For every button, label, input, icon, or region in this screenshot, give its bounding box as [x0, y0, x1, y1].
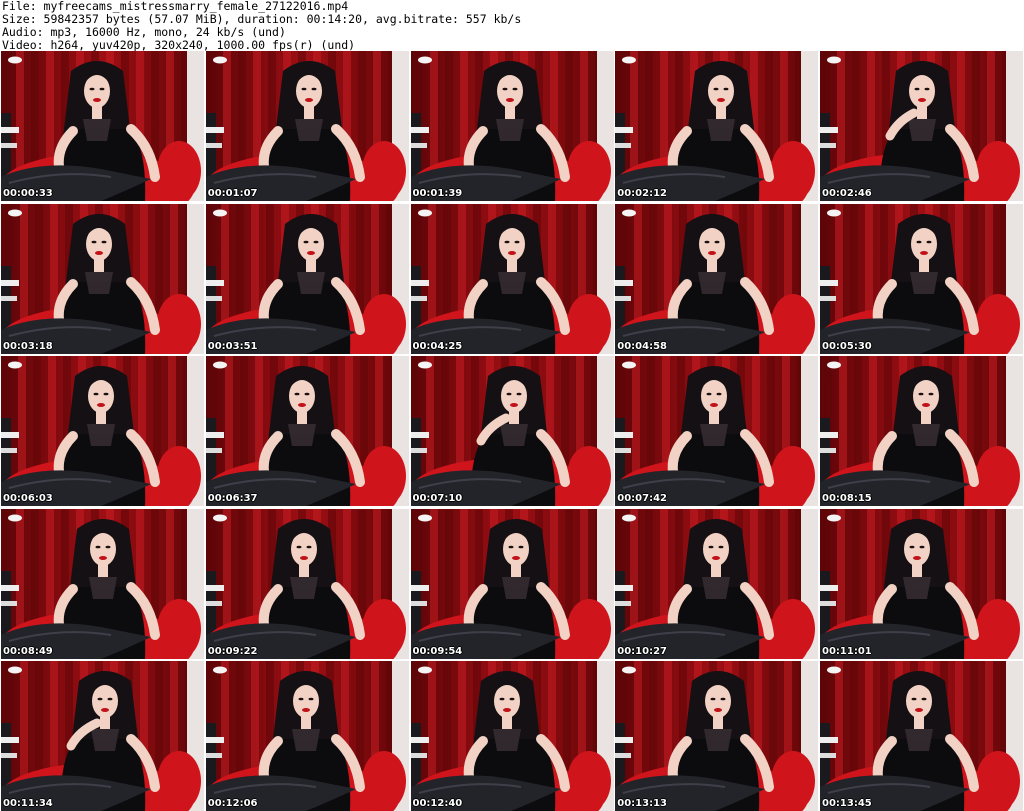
thumbnail-timestamp: 00:04:25	[412, 340, 463, 352]
video-frame-image	[1, 203, 204, 354]
video-thumbnail: 00:06:37	[205, 356, 409, 506]
thumbnail-timestamp: 00:13:13	[617, 798, 667, 809]
video-frame-image	[820, 661, 1023, 811]
video-frame-image	[615, 203, 819, 354]
video-frame-image	[820, 508, 1023, 659]
video-frame-image	[615, 51, 819, 201]
video-frame-image	[820, 356, 1023, 506]
video-thumbnail: 00:06:03	[1, 356, 204, 506]
thumbnail-timestamp: 00:09:54	[412, 645, 463, 657]
thumbnail-timestamp: 00:04:58	[617, 340, 667, 352]
video-thumbnail: 00:05:30	[820, 203, 1023, 354]
thumbnail-timestamp: 00:05:30	[822, 340, 872, 352]
video-thumbnail: 00:02:46	[820, 51, 1023, 201]
thumbnail-timestamp: 00:03:18	[3, 340, 53, 352]
video-frame-image	[820, 51, 1023, 201]
video-thumbnail: 00:04:25	[410, 203, 614, 354]
video-thumbnail: 00:03:18	[1, 203, 204, 354]
video-frame-image	[205, 508, 409, 659]
video-thumbnail: 00:09:54	[410, 508, 614, 659]
video-thumbnail: 00:10:27	[615, 508, 819, 659]
thumbnail-timestamp: 00:11:01	[822, 645, 872, 657]
video-frame-image	[615, 508, 819, 659]
thumbnail-timestamp: 00:00:33	[3, 188, 53, 199]
video-thumbnail: 00:08:49	[1, 508, 204, 659]
video-thumbnail: 00:01:39	[410, 51, 614, 201]
video-thumbnail: 00:12:40	[410, 661, 614, 811]
thumbnail-timestamp: 00:06:37	[207, 493, 258, 504]
video-frame-image	[205, 661, 409, 811]
video-frame-image	[205, 356, 409, 506]
media-info-header: File: myfreecams_mistressmarry_female_27…	[2, 0, 1022, 52]
video-thumbnail: 00:11:34	[1, 661, 204, 811]
video-thumbnail: 00:09:22	[205, 508, 409, 659]
video-frame-image	[205, 203, 409, 354]
video-thumbnail: 00:00:33	[1, 51, 204, 201]
thumbnail-timestamp: 00:11:34	[3, 798, 53, 809]
video-thumbnail: 00:07:10	[410, 356, 614, 506]
video-thumbnail: 00:12:06	[205, 661, 409, 811]
video-frame-image	[1, 508, 204, 659]
thumbnail-timestamp: 00:01:39	[412, 188, 463, 199]
video-frame-image	[1, 661, 204, 811]
video-frame-image	[410, 203, 614, 354]
thumbnail-timestamp: 00:12:40	[412, 798, 463, 809]
video-thumbnail: 00:03:51	[205, 203, 409, 354]
video-frame-image	[205, 51, 409, 201]
video-frame-image	[820, 203, 1023, 354]
thumbnail-timestamp: 00:10:27	[617, 645, 667, 657]
thumbnail-timestamp: 00:08:15	[822, 493, 872, 504]
video-frame-image	[410, 661, 614, 811]
thumbnail-timestamp: 00:01:07	[207, 188, 258, 199]
video-thumbnail: 00:13:45	[820, 661, 1023, 811]
video-thumbnail: 00:01:07	[205, 51, 409, 201]
thumbnail-timestamp: 00:09:22	[207, 645, 258, 657]
thumbnail-timestamp: 00:03:51	[207, 340, 258, 352]
thumbnail-timestamp: 00:06:03	[3, 493, 53, 504]
thumbnail-timestamp: 00:12:06	[207, 798, 258, 809]
thumbnail-timestamp: 00:02:46	[822, 188, 872, 199]
video-frame-image	[410, 356, 614, 506]
video-thumbnail: 00:02:12	[615, 51, 819, 201]
thumbnail-timestamp: 00:08:49	[3, 645, 53, 657]
video-thumbnail: 00:11:01	[820, 508, 1023, 659]
video-thumbnail: 00:04:58	[615, 203, 819, 354]
thumbnail-timestamp: 00:13:45	[822, 798, 872, 809]
video-frame-image	[410, 508, 614, 659]
video-thumbnail: 00:08:15	[820, 356, 1023, 506]
video-frame-image	[1, 356, 204, 506]
video-thumbnail: 00:07:42	[615, 356, 819, 506]
thumbnail-timestamp: 00:07:10	[412, 493, 463, 504]
thumbnail-timestamp: 00:02:12	[617, 188, 667, 199]
thumbnail-timestamp: 00:07:42	[617, 493, 667, 504]
video-thumbnail: 00:13:13	[615, 661, 819, 811]
video-frame-image	[615, 661, 819, 811]
video-frame-image	[615, 356, 819, 506]
video-frame-image	[1, 51, 204, 201]
video-frame-image	[410, 51, 614, 201]
thumbnail-grid: 00:00:33 00:01:07 00:01:39 00:02:12 00:02:46…	[1, 51, 1023, 811]
